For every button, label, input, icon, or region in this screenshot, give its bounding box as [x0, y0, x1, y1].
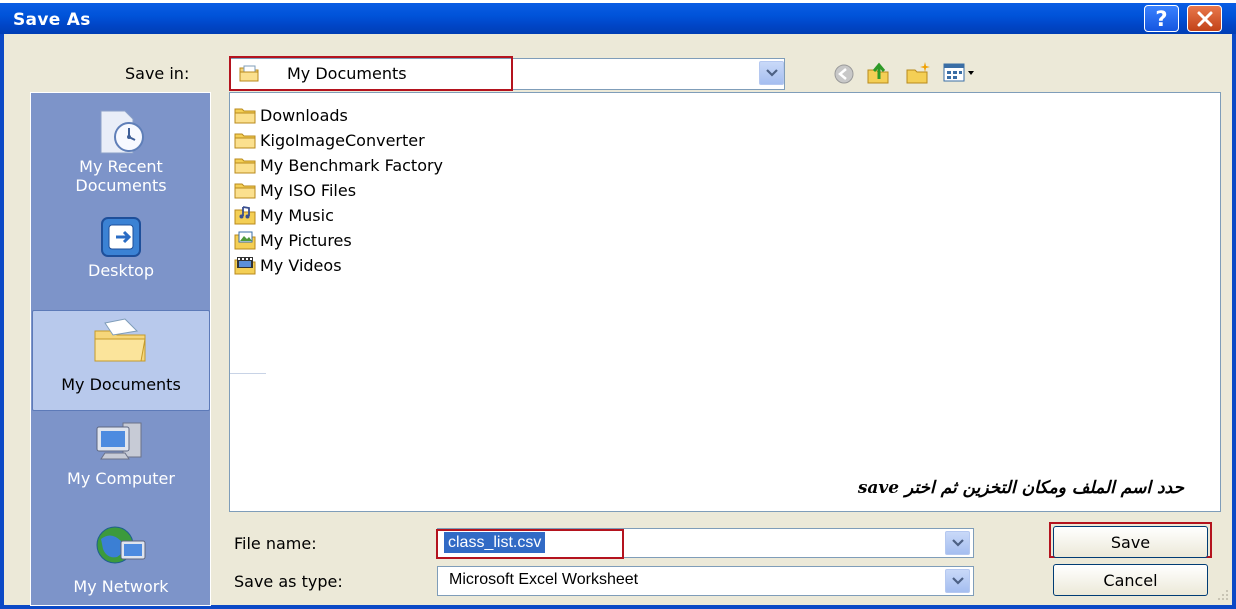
save-as-type-label: Save as type: — [234, 572, 343, 591]
my-computer-icon — [96, 422, 142, 460]
chevron-down-icon — [951, 577, 964, 585]
file-name: KigoImageConverter — [260, 130, 425, 150]
file-name: My ISO Files — [260, 180, 357, 200]
window-frame-right — [1232, 34, 1236, 609]
list-item[interactable]: Downloads — [234, 104, 348, 126]
file-name-highlight — [436, 529, 624, 559]
file-name: My Music — [260, 205, 334, 225]
chevron-down-icon — [765, 69, 778, 77]
my-documents-small-icon — [239, 65, 259, 82]
file-name: Downloads — [260, 105, 348, 125]
place-my-recent-documents[interactable]: My Recent Documents — [32, 107, 210, 202]
place-desktop[interactable]: Desktop — [32, 215, 210, 290]
place-my-network[interactable]: My Network — [32, 521, 210, 605]
folder-icon — [234, 183, 256, 199]
list-item[interactable]: My Benchmark Factory — [234, 154, 443, 176]
place-label-line1: My Documents — [61, 375, 181, 394]
list-item[interactable]: My Videos — [234, 254, 342, 276]
close-icon — [1197, 11, 1212, 26]
resize-grip-icon[interactable] — [1212, 586, 1230, 604]
save-in-value: My Documents — [287, 64, 407, 83]
close-button[interactable] — [1187, 5, 1222, 32]
list-item[interactable]: KigoImageConverter — [234, 129, 425, 151]
place-label-line1: My Network — [73, 577, 169, 596]
save-as-type-dropdown-button[interactable] — [945, 569, 970, 593]
list-item[interactable]: My Pictures — [234, 229, 352, 251]
chevron-down-icon — [951, 539, 964, 547]
file-name-label: File name: — [234, 534, 317, 553]
window-title: Save As — [13, 10, 91, 30]
save-as-type-value: Microsoft Excel Worksheet — [449, 571, 639, 588]
new-folder-icon[interactable] — [905, 61, 931, 85]
up-folder-icon[interactable] — [866, 61, 892, 85]
place-my-documents[interactable]: My Documents — [32, 310, 210, 411]
save-button[interactable]: Save — [1053, 526, 1208, 558]
desktop-icon — [101, 217, 141, 257]
window-frame-left — [0, 34, 4, 609]
views-menu-icon[interactable] — [943, 63, 977, 83]
title-bar[interactable] — [0, 3, 1236, 34]
list-item[interactable]: My Music — [234, 204, 334, 226]
places-bar: My Recent Documents Desktop My Documents… — [30, 92, 211, 606]
back-icon[interactable] — [833, 63, 855, 85]
folder-icon — [234, 133, 256, 149]
list-separator — [230, 373, 266, 374]
folder-icon — [234, 158, 256, 174]
file-name: My Benchmark Factory — [260, 155, 444, 175]
file-name: My Pictures — [260, 230, 352, 250]
cancel-button[interactable]: Cancel — [1053, 564, 1208, 596]
file-name-dropdown-button[interactable] — [945, 531, 970, 555]
list-item[interactable]: My ISO Files — [234, 179, 356, 201]
instruction-annotation: حدد اسم الملف ومكان التخزين ثم اختر save — [857, 478, 1184, 498]
place-label-line1: Desktop — [88, 261, 154, 280]
videos-folder-icon — [234, 257, 256, 275]
save-in-dropdown-button[interactable] — [759, 61, 784, 85]
place-label-line2: Documents — [75, 176, 167, 195]
file-list[interactable]: Downloads KigoImageConverter My Benchmar… — [229, 92, 1221, 512]
place-label-line1: My Computer — [67, 469, 175, 488]
place-label-line1: My Recent — [79, 157, 163, 176]
my-network-icon — [96, 526, 146, 564]
folder-icon — [234, 108, 256, 124]
recent-documents-icon — [100, 110, 144, 154]
place-my-computer[interactable]: My Computer — [32, 419, 210, 499]
music-folder-icon — [234, 206, 256, 225]
file-name: My Videos — [260, 255, 342, 275]
pictures-folder-icon — [234, 231, 256, 250]
save-in-label: Save in: — [125, 64, 190, 83]
my-documents-icon — [94, 318, 146, 362]
help-button[interactable]: ? — [1144, 5, 1179, 32]
